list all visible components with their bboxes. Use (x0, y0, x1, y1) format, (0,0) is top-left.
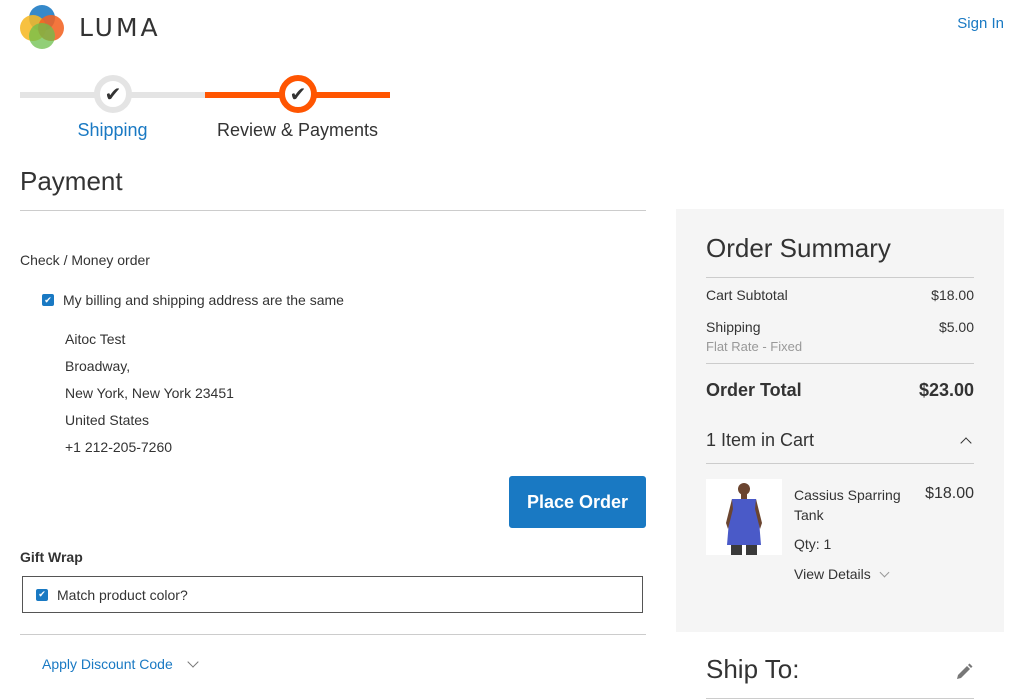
payment-divider (20, 210, 646, 211)
gift-wrap-label[interactable]: Match product color? (57, 587, 188, 603)
order-summary-title: Order Summary (706, 233, 891, 263)
billing-address: Aitoc Test Broadway, New York, New York … (65, 326, 234, 461)
place-order-button[interactable]: Place Order (509, 476, 646, 528)
same-address-label[interactable]: My billing and shipping address are the … (63, 292, 344, 308)
apply-discount-toggle[interactable]: Apply Discount Code (42, 656, 199, 672)
shipping-row: Shipping $5.00 (706, 319, 974, 335)
address-street: Broadway, (65, 358, 131, 374)
logo-text: LUMA (79, 12, 161, 42)
gift-wrap-option[interactable]: ✔ Match product color? (22, 576, 643, 613)
shipping-method: Flat Rate - Fixed (706, 339, 803, 354)
step-shipping-checkmark-icon[interactable]: ✔ (94, 75, 132, 113)
checkout-progress: ✔ ✔ Shipping Review & Payments (20, 72, 390, 152)
payment-title: Payment (20, 166, 123, 196)
address-country: United States (65, 412, 150, 428)
items-in-cart-label[interactable]: 1 Item in Cart (706, 430, 814, 451)
view-details-label[interactable]: View Details (794, 566, 871, 582)
ship-to-divider (706, 698, 974, 699)
step-shipping-label[interactable]: Shipping (20, 120, 205, 141)
address-name: Aitoc Test (65, 331, 126, 347)
summary-divider (706, 463, 974, 464)
cart-subtotal-row: Cart Subtotal $18.00 (706, 287, 974, 303)
chevron-up-icon[interactable] (960, 437, 972, 449)
shipping-method-row: Flat Rate - Fixed (706, 339, 974, 354)
view-details-toggle[interactable]: View Details (794, 566, 890, 582)
items-in-cart-toggle[interactable]: 1 Item in Cart (706, 430, 974, 451)
gift-wrap-title: Gift Wrap (20, 549, 83, 565)
order-total-value: $23.00 (918, 380, 974, 400)
chevron-down-icon[interactable] (187, 656, 199, 668)
summary-divider (706, 277, 974, 278)
luma-logo[interactable]: LUMA (20, 5, 161, 49)
chevron-down-icon[interactable] (879, 567, 890, 577)
order-total-label: Order Total (706, 380, 802, 400)
address-city: New York, New York 23451 (65, 385, 234, 401)
apply-discount-label[interactable]: Apply Discount Code (42, 656, 173, 672)
payment-method-label: Check / Money order (20, 252, 150, 268)
product-thumbnail (706, 479, 782, 555)
shipping-label: Shipping (706, 319, 761, 335)
cart-subtotal-label: Cart Subtotal (706, 287, 788, 303)
product-image (706, 479, 782, 555)
cart-subtotal-value: $18.00 (931, 287, 974, 303)
step-review-checkmark-icon: ✔ (279, 75, 317, 113)
shipping-value: $5.00 (938, 319, 974, 335)
ship-to-title: Ship To: (706, 654, 800, 684)
step-review-label: Review & Payments (216, 120, 379, 140)
gift-wrap-checkbox-icon[interactable]: ✔ (36, 588, 48, 601)
same-address-checkbox-icon[interactable]: ✔ (42, 294, 54, 306)
discount-divider (20, 634, 646, 635)
pencil-icon[interactable] (954, 662, 974, 682)
same-address-option[interactable]: ✔ My billing and shipping address are th… (42, 292, 344, 308)
order-summary: Order Summary Cart Subtotal $18.00 Shipp… (676, 209, 1004, 632)
product-qty: Qty: 1 (794, 536, 832, 552)
product-name: Cassius Sparring Tank (794, 487, 901, 523)
order-total-row: Order Total $23.00 (706, 380, 974, 401)
product-price: $18.00 (925, 485, 974, 502)
sign-in-link[interactable]: Sign In (957, 15, 1004, 32)
luma-logo-icon (20, 5, 64, 49)
address-phone: +1 212-205-7260 (65, 439, 173, 455)
summary-divider (706, 363, 974, 364)
